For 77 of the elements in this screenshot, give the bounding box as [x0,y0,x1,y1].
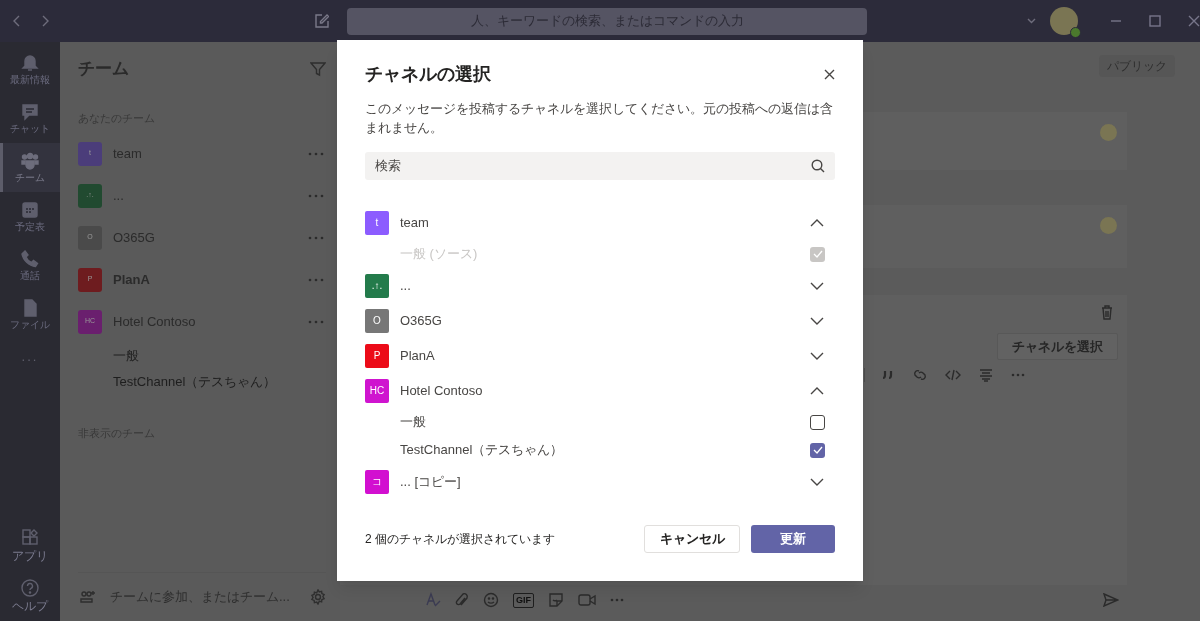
more-icon[interactable] [1011,373,1025,377]
bell-icon [21,53,39,72]
rail-tab[interactable]: ファイル [0,290,60,339]
compose-icon[interactable] [315,14,329,28]
team-row[interactable]: コ ... [コピー] [365,464,835,499]
chevron-down-icon[interactable] [810,281,824,290]
send-icon[interactable] [1103,593,1119,607]
emoji-icon[interactable] [483,592,499,608]
channel-label: 一般 [400,413,427,432]
settings-icon[interactable] [310,589,326,605]
link-icon[interactable] [913,369,927,381]
more-icon[interactable] [308,319,324,324]
team-avatar: t [365,210,389,235]
more-icon[interactable] [308,151,324,156]
rail-tab[interactable]: アプリ [0,521,60,571]
team-avatar: O [365,308,389,333]
team-avatar: .↑. [365,273,389,298]
more-icon[interactable] [308,193,324,198]
team-row[interactable]: t team [365,205,835,240]
dialog-description: このメッセージを投稿するチャネルを選択してください。元の投稿への返信は含まれません。 [365,100,834,137]
update-button[interactable]: 更新 [751,525,835,553]
checkbox[interactable] [810,442,825,458]
channel-label: TestChannel（テスちゃん） [400,441,565,460]
file-icon [21,298,39,317]
team-row[interactable]: .↑. ... [365,268,835,303]
back-icon[interactable] [13,15,21,27]
more-button[interactable]: ... [0,347,60,367]
rail-tab[interactable]: 最新情報 [0,45,60,94]
maximize-icon[interactable] [1149,15,1161,27]
team-row[interactable]: HC Hotel Contoso [365,373,835,408]
teams-icon [21,151,39,170]
calendar-icon [21,200,39,219]
rail-tab[interactable]: 通話 [0,241,60,290]
avatar[interactable] [1100,217,1117,234]
team-row[interactable]: O O365G [365,303,835,338]
more-icon[interactable] [308,235,324,240]
rail-tab[interactable]: チャット [0,94,60,143]
team-avatar: コ [365,469,389,494]
quote-icon [883,370,895,380]
team-row[interactable]: P PlanA [365,338,835,373]
filter-icon[interactable] [310,61,326,77]
avatar[interactable] [1100,124,1117,141]
help-icon [21,579,39,597]
apps-icon [21,529,39,547]
trash-icon[interactable] [1101,305,1113,320]
avatar[interactable] [1050,7,1078,35]
selection-count: 2 個のチャネルが選択されています [365,531,556,548]
close-icon[interactable] [824,68,835,80]
rail-tab[interactable]: 予定表 [0,192,60,241]
sticker-icon[interactable] [548,592,564,608]
more-icon[interactable] [308,277,324,282]
rail-tab[interactable]: ヘルプ [0,571,60,621]
paperclip-icon[interactable] [455,592,469,608]
phone-icon [21,249,39,268]
checkbox[interactable] [810,414,825,430]
chevron-down-icon[interactable] [810,477,824,486]
cancel-button[interactable]: キャンセル [644,525,740,553]
selection-bar [0,143,3,192]
search-icon [811,159,825,173]
dialog-title: チャネルの選択 [365,62,491,86]
more-icon[interactable] [610,598,624,602]
gif-button[interactable]: GIF [513,592,534,608]
team-avatar: P [365,343,389,368]
forward-icon[interactable] [41,15,49,27]
team-avatar: HC [365,378,389,403]
chevron-down-icon[interactable] [810,351,824,360]
chat-icon [21,102,39,121]
chevron-down-icon[interactable] [810,316,824,325]
format-icon[interactable] [425,592,441,608]
align-icon[interactable] [979,368,993,382]
people-add-icon [80,590,96,604]
video-icon[interactable] [578,593,596,607]
search-field[interactable]: 検索 [365,152,835,180]
select-channel-button[interactable]: チャネルを選択 [997,333,1118,360]
chevron-up-icon[interactable] [810,218,824,227]
code-icon[interactable] [945,369,961,381]
chevron-up-icon[interactable] [810,386,824,395]
